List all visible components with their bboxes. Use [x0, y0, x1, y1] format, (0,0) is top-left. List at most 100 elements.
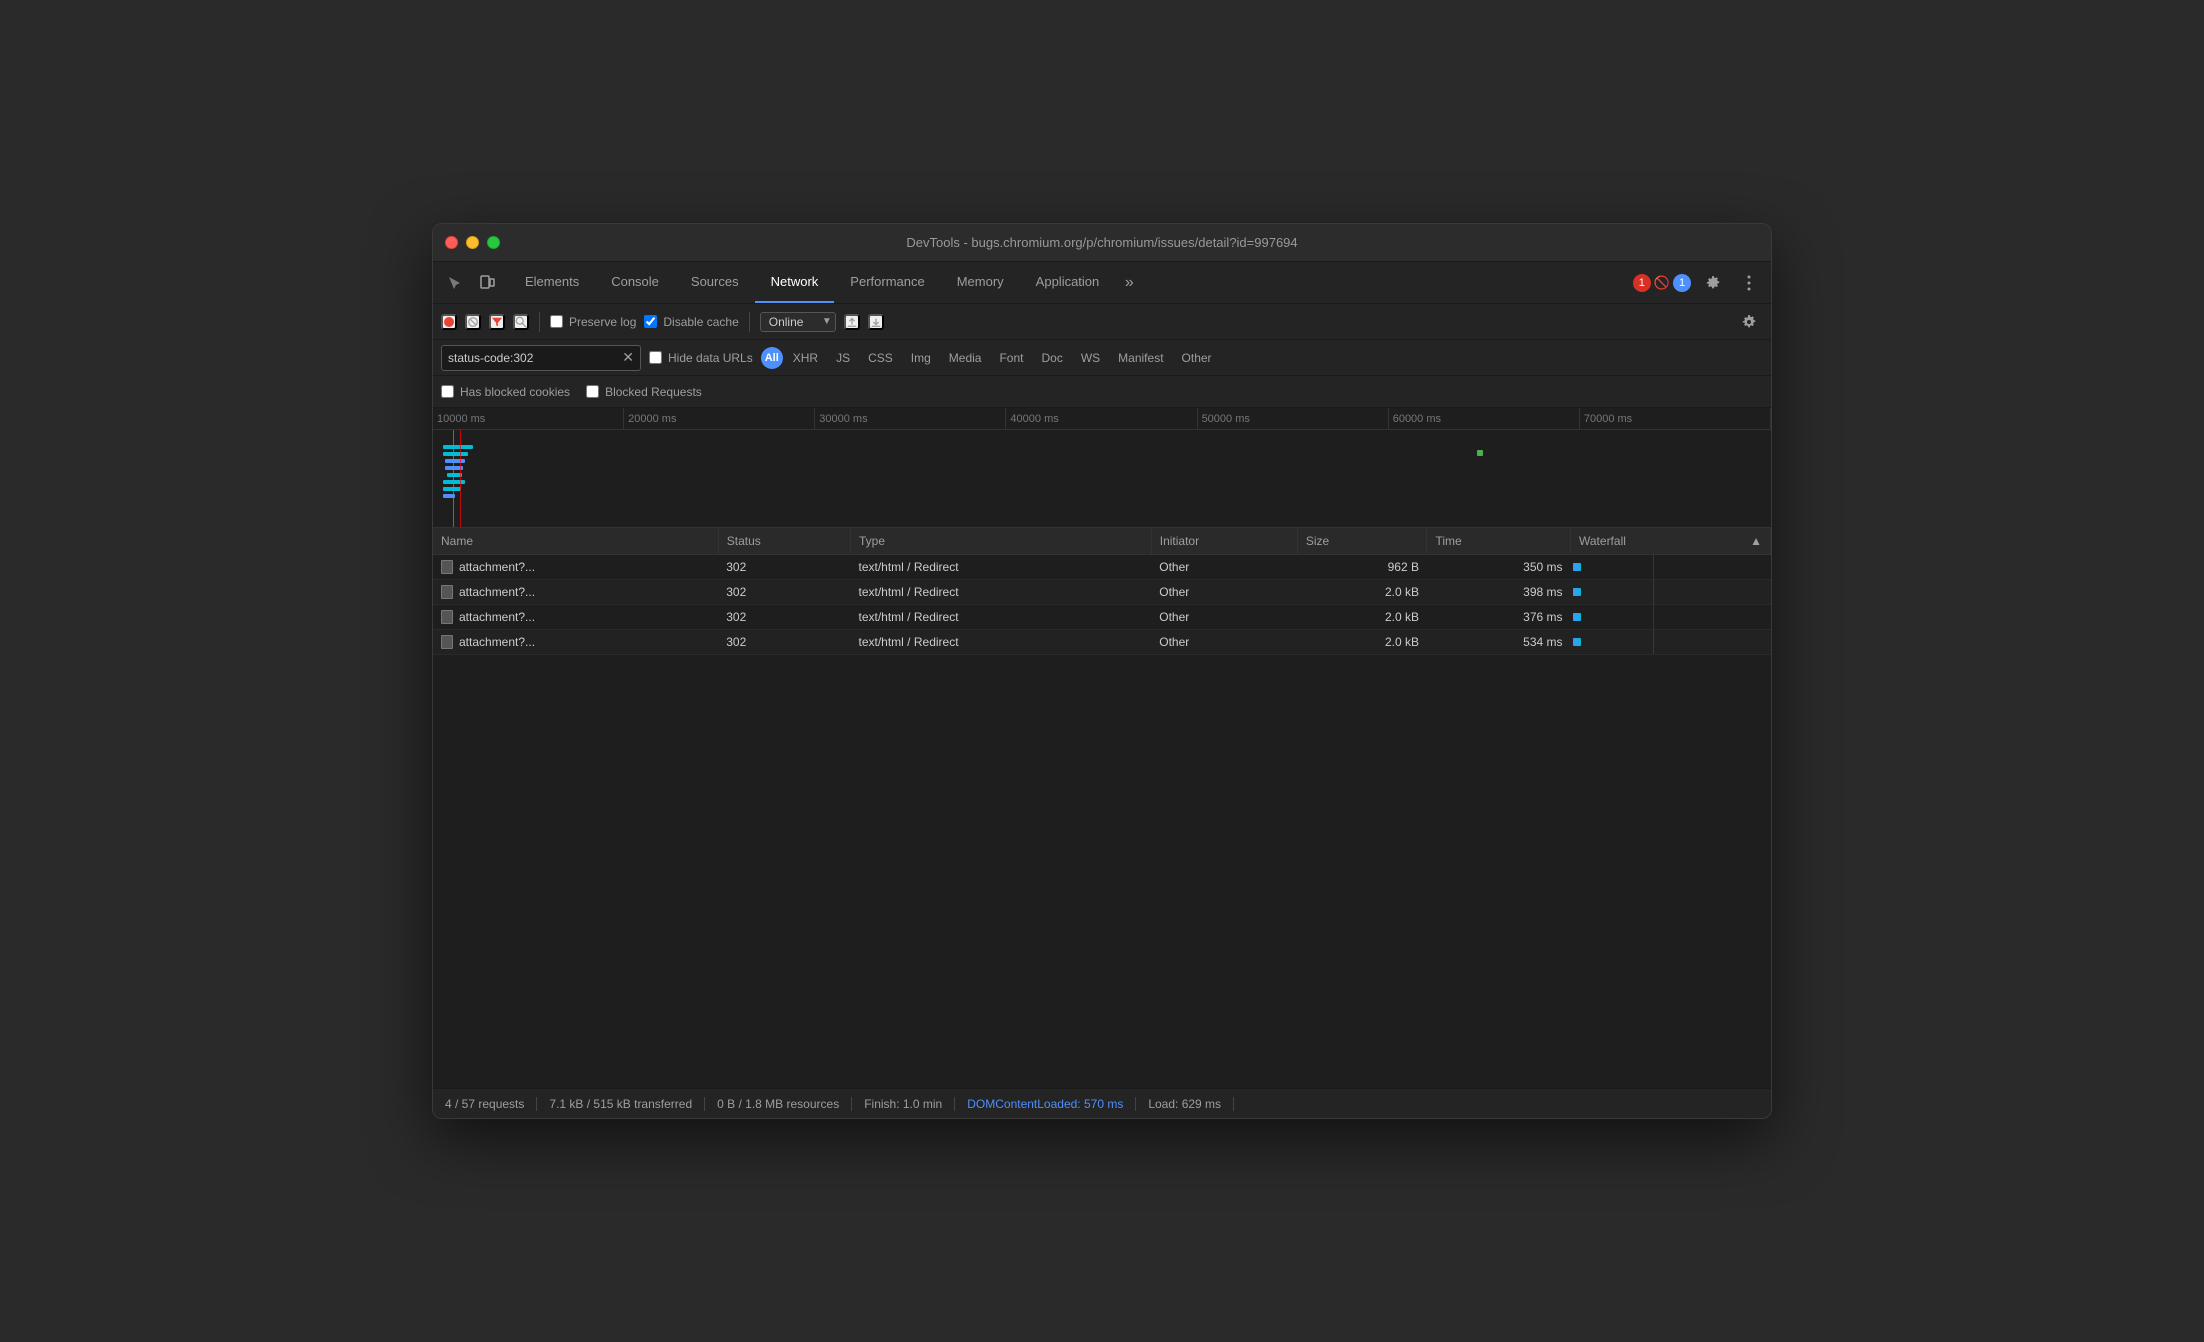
download-icon[interactable] — [868, 314, 884, 330]
filter-icon[interactable] — [489, 314, 505, 330]
clear-button[interactable] — [465, 314, 481, 330]
search-icon[interactable] — [513, 314, 529, 330]
col-name[interactable]: Name — [433, 528, 718, 555]
row-type: text/html / Redirect — [851, 555, 1152, 580]
network-toolbar: Preserve log Disable cache Online Fast 3… — [433, 304, 1771, 340]
file-icon — [441, 610, 453, 624]
throttle-dropdown[interactable]: Online Fast 3G Slow 3G Offline — [760, 312, 836, 332]
search-input[interactable] — [448, 351, 622, 365]
tick-10000: 10000 ms — [433, 408, 624, 429]
tick-20000: 20000 ms — [624, 408, 815, 429]
filter-tags: All XHR JS CSS Img Media Font Doc WS Man… — [761, 347, 1220, 369]
hide-data-urls-label[interactable]: Hide data URLs — [649, 351, 753, 365]
tick-70000: 70000 ms — [1580, 408, 1771, 429]
filter-tag-js[interactable]: JS — [828, 349, 858, 367]
row-time: 350 ms — [1427, 555, 1571, 580]
devtools-icons — [441, 269, 501, 297]
row-size: 2.0 kB — [1297, 580, 1427, 605]
network-settings-icon[interactable] — [1735, 308, 1763, 336]
filter-tag-media[interactable]: Media — [941, 349, 990, 367]
error-badge-row: 1 🚫 1 — [1633, 274, 1691, 292]
row-status: 302 — [718, 580, 850, 605]
row-waterfall — [1571, 580, 1771, 605]
upload-icon[interactable] — [844, 314, 860, 330]
table-row[interactable]: attachment?...302text/html / RedirectOth… — [433, 605, 1771, 630]
filter-tag-all[interactable]: All — [761, 347, 783, 369]
table-row[interactable]: attachment?...302text/html / RedirectOth… — [433, 630, 1771, 655]
more-tabs-button[interactable]: » — [1115, 269, 1143, 297]
row-status: 302 — [718, 630, 850, 655]
main-content: 10000 ms 20000 ms 30000 ms 40000 ms 5000… — [433, 408, 1771, 1088]
minimize-button[interactable] — [466, 236, 479, 249]
inspect-icon[interactable] — [441, 269, 469, 297]
record-button[interactable] — [441, 314, 457, 330]
clear-search-icon[interactable]: ✕ — [622, 349, 634, 366]
row-type: text/html / Redirect — [851, 580, 1152, 605]
tab-console[interactable]: Console — [595, 262, 675, 303]
hide-data-urls-checkbox[interactable] — [649, 351, 662, 364]
col-time[interactable]: Time — [1427, 528, 1571, 555]
tab-elements[interactable]: Elements — [509, 262, 595, 303]
filter-tag-font[interactable]: Font — [991, 349, 1031, 367]
load-time: Load: 629 ms — [1136, 1097, 1234, 1111]
row-name: attachment?... — [459, 610, 535, 624]
row-size: 2.0 kB — [1297, 630, 1427, 655]
tick-30000: 30000 ms — [815, 408, 1006, 429]
error-badge: 1 — [1633, 274, 1651, 292]
title-bar: DevTools - bugs.chromium.org/p/chromium/… — [433, 224, 1771, 262]
tab-application[interactable]: Application — [1020, 262, 1116, 303]
col-initiator[interactable]: Initiator — [1151, 528, 1297, 555]
row-type: text/html / Redirect — [851, 605, 1152, 630]
timeline-ruler: 10000 ms 20000 ms 30000 ms 40000 ms 5000… — [433, 408, 1771, 430]
row-type: text/html / Redirect — [851, 630, 1152, 655]
row-initiator: Other — [1151, 555, 1297, 580]
search-input-wrap[interactable]: ✕ — [441, 345, 641, 371]
filter-tag-css[interactable]: CSS — [860, 349, 901, 367]
blocked-requests-label[interactable]: Blocked Requests — [586, 385, 702, 399]
col-status[interactable]: Status — [718, 528, 850, 555]
blocked-requests-checkbox[interactable] — [586, 385, 599, 398]
row-time: 376 ms — [1427, 605, 1571, 630]
network-table[interactable]: Name Status Type Initiator Size — [433, 528, 1771, 1088]
devtools-window: DevTools - bugs.chromium.org/p/chromium/… — [432, 223, 1772, 1119]
filter-tag-ws[interactable]: WS — [1073, 349, 1108, 367]
maximize-button[interactable] — [487, 236, 500, 249]
blocked-cookies-checkbox[interactable] — [441, 385, 454, 398]
filter-tag-doc[interactable]: Doc — [1033, 349, 1070, 367]
settings-icon[interactable] — [1699, 269, 1727, 297]
tab-network[interactable]: Network — [755, 262, 835, 303]
timeline-area: 10000 ms 20000 ms 30000 ms 40000 ms 5000… — [433, 408, 1771, 528]
preserve-log-checkbox-label[interactable]: Preserve log — [550, 315, 636, 329]
col-type[interactable]: Type — [851, 528, 1152, 555]
filter-tag-manifest[interactable]: Manifest — [1110, 349, 1171, 367]
tab-sources[interactable]: Sources — [675, 262, 755, 303]
throttle-dropdown-wrapper: Online Fast 3G Slow 3G Offline ▼ — [760, 312, 836, 332]
col-waterfall[interactable]: Waterfall ▲ — [1571, 528, 1771, 555]
tab-memory[interactable]: Memory — [941, 262, 1020, 303]
preserve-log-checkbox[interactable] — [550, 315, 563, 328]
toolbar-separator-2 — [749, 312, 750, 332]
file-icon — [441, 560, 453, 574]
table-row[interactable]: attachment?...302text/html / RedirectOth… — [433, 580, 1771, 605]
resources-size: 0 B / 1.8 MB resources — [705, 1097, 852, 1111]
more-options-icon[interactable] — [1735, 269, 1763, 297]
row-name: attachment?... — [459, 585, 535, 599]
col-size[interactable]: Size — [1297, 528, 1427, 555]
disable-cache-checkbox-label[interactable]: Disable cache — [644, 315, 738, 329]
row-time: 534 ms — [1427, 630, 1571, 655]
filter-tag-other[interactable]: Other — [1174, 349, 1220, 367]
tab-performance[interactable]: Performance — [834, 262, 940, 303]
disable-cache-checkbox[interactable] — [644, 315, 657, 328]
traffic-lights — [445, 236, 500, 249]
filter-tag-img[interactable]: Img — [903, 349, 939, 367]
row-name: attachment?... — [459, 560, 535, 574]
row-waterfall — [1571, 605, 1771, 630]
row-size: 962 B — [1297, 555, 1427, 580]
filter-tag-xhr[interactable]: XHR — [785, 349, 826, 367]
table-row[interactable]: attachment?...302text/html / RedirectOth… — [433, 555, 1771, 580]
device-toolbar-icon[interactable] — [473, 269, 501, 297]
row-initiator: Other — [1151, 605, 1297, 630]
close-button[interactable] — [445, 236, 458, 249]
blocked-cookies-label[interactable]: Has blocked cookies — [441, 385, 570, 399]
toolbar-separator-1 — [539, 312, 540, 332]
